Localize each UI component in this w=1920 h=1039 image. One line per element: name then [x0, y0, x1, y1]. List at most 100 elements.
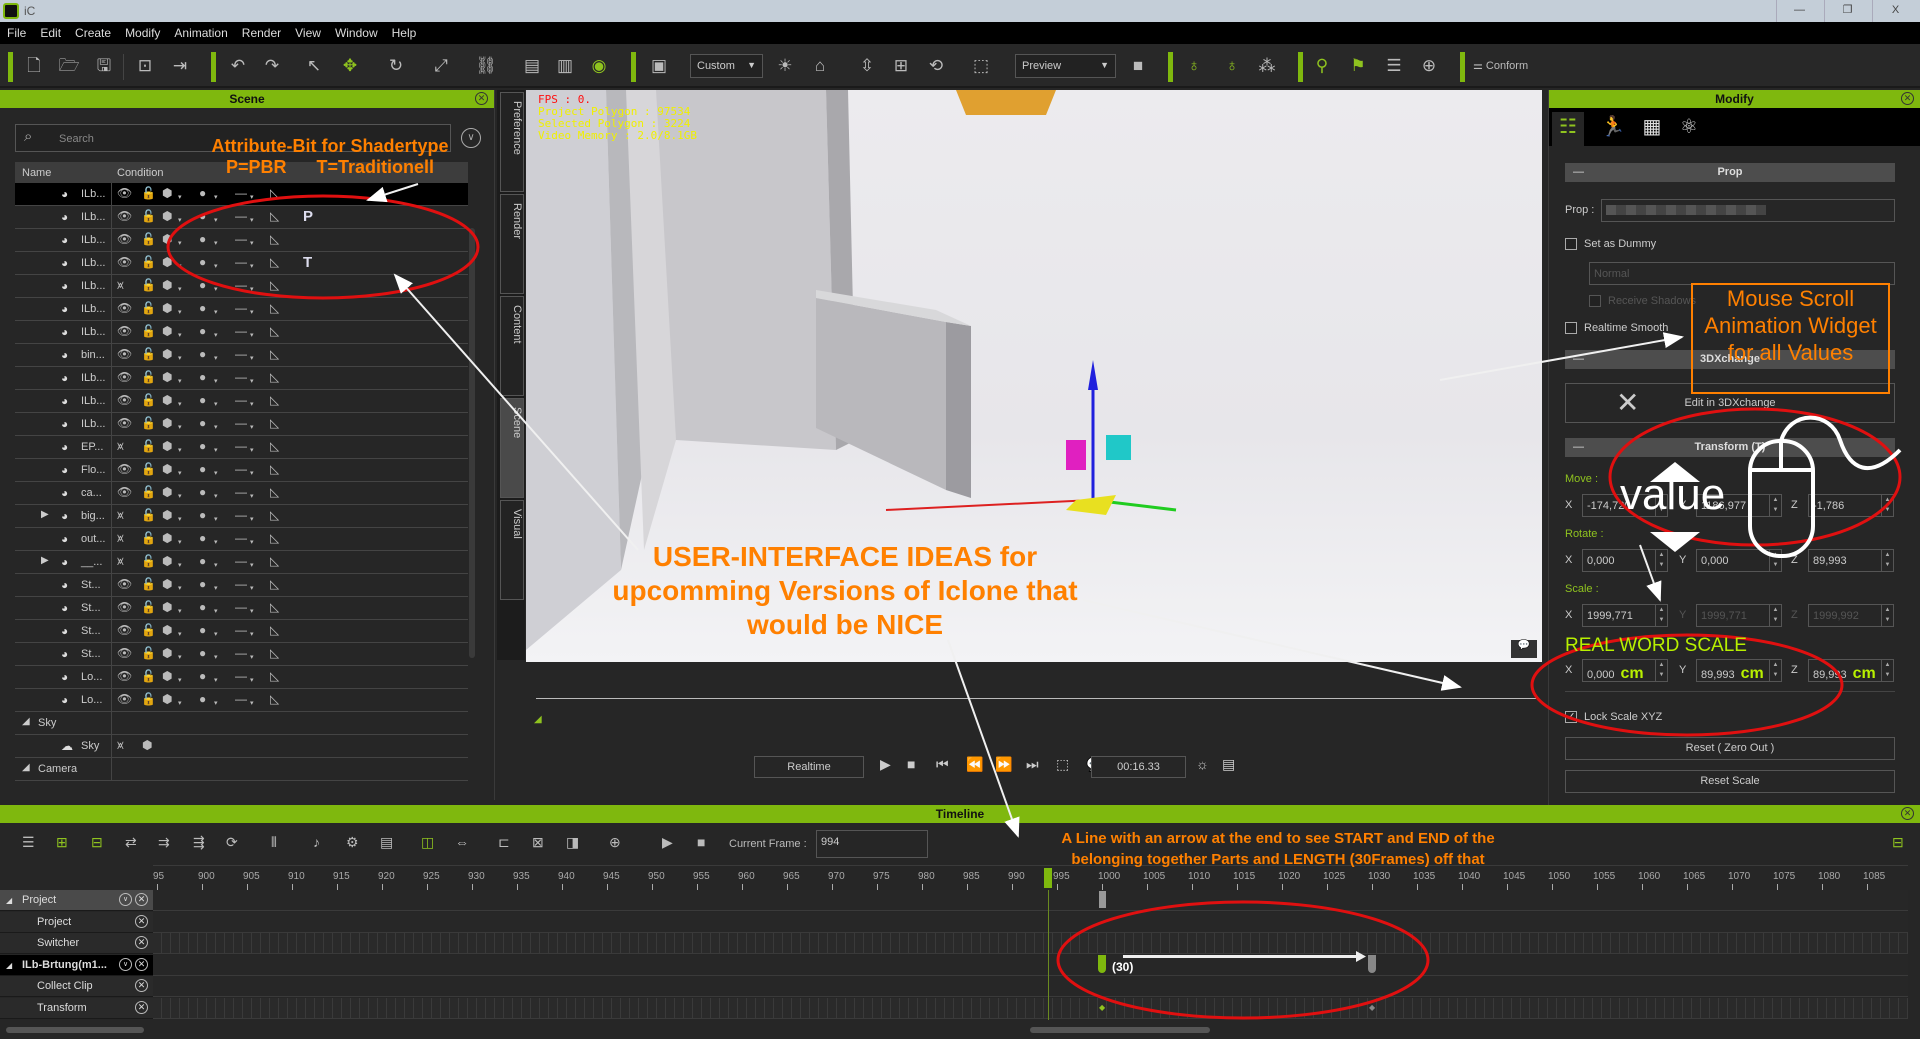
scene-row[interactable]: ◕ St... 👁 🔓 ⬢ ▾ ● ▾ — ▾ ◺: [15, 574, 468, 597]
current-frame-input[interactable]: 994: [816, 830, 928, 858]
render-cube-icon[interactable]: ⬢: [162, 186, 172, 200]
lock-icon[interactable]: 🔓: [141, 577, 156, 591]
shadow-sphere-icon[interactable]: ●: [199, 646, 206, 660]
dropdown-icon[interactable]: ▾: [178, 538, 182, 546]
close-panel-icon[interactable]: ✕: [1901, 807, 1914, 820]
lock-icon[interactable]: 🔓: [141, 370, 156, 384]
dropdown-icon[interactable]: ▾: [178, 653, 182, 661]
dropdown-icon[interactable]: ▾: [178, 262, 182, 270]
shadow-sphere-icon[interactable]: ●: [199, 554, 206, 568]
select-arrow-icon[interactable]: ↖: [302, 54, 326, 78]
reset-scale-button[interactable]: Reset Scale: [1565, 770, 1895, 793]
spinner-icon[interactable]: ▲ ▼: [1881, 550, 1893, 571]
dropdown-icon[interactable]: ▾: [250, 699, 254, 707]
scene-row[interactable]: ◕ ILb... 👁 🔓 ⬢ ▾ ● ▾ — ▾ ◺: [15, 390, 468, 413]
bone-add-icon[interactable]: ♁: [1220, 54, 1244, 78]
spinner-icon[interactable]: ▲ ▼: [1769, 495, 1781, 516]
scene-row[interactable]: ◕ ILb... 👁 🔓 ⬢ ▾ ● ▾ — ▾ ◺: [15, 367, 468, 390]
previous-frame-icon[interactable]: ⏪: [966, 756, 983, 773]
line-icon[interactable]: —: [235, 623, 247, 637]
collision-icon[interactable]: ◺: [270, 416, 279, 430]
menu-file[interactable]: File: [0, 22, 33, 44]
visibility-eye-icon[interactable]: 👁: [117, 462, 132, 476]
dropdown-icon[interactable]: ▾: [214, 561, 218, 569]
close-panel-icon[interactable]: ✕: [475, 92, 488, 105]
collision-icon[interactable]: ◺: [270, 669, 279, 683]
collision-icon[interactable]: ◺: [270, 692, 279, 706]
track-project[interactable]: Project ✕: [0, 911, 153, 933]
collision-icon[interactable]: ◺: [270, 646, 279, 660]
dropdown-icon[interactable]: ▾: [250, 538, 254, 546]
hidden-eye-icon[interactable]: ⩙: [117, 738, 124, 753]
shadow-sphere-icon[interactable]: ●: [199, 301, 206, 315]
scene-row[interactable]: ◕ Lo... 👁 🔓 ⬢ ▾ ● ▾ — ▾ ◺: [15, 666, 468, 689]
realtime-smooth-checkbox[interactable]: [1565, 322, 1577, 334]
scene-sky-group[interactable]: ◢ Sky: [15, 712, 468, 735]
dropdown-icon[interactable]: ▾: [178, 400, 182, 408]
menu-view[interactable]: View: [288, 22, 328, 44]
insert-icon[interactable]: ⇉: [158, 834, 170, 851]
swap-icon[interactable]: ⇄: [125, 834, 137, 851]
range-start-marker[interactable]: ◢: [534, 714, 542, 725]
spinner-icon[interactable]: ▲ ▼: [1881, 605, 1893, 626]
motion-icon[interactable]: 🏃: [1597, 112, 1629, 142]
dropdown-icon[interactable]: ▾: [214, 423, 218, 431]
line-icon[interactable]: —: [235, 301, 247, 315]
collision-icon[interactable]: ◺: [270, 623, 279, 637]
collision-icon[interactable]: ◺: [270, 370, 279, 384]
spinner-icon[interactable]: ▲ ▼: [1769, 605, 1781, 626]
scene-row[interactable]: ▶ ◕ big... ⩙ 🔓 ⬢ ▾ ● ▾ — ▾ ◺: [15, 505, 468, 528]
dropdown-icon[interactable]: ▾: [214, 469, 218, 477]
scene-row[interactable]: ◕ ILb... ⩙ 🔓 ⬢ ▾ ● ▾ — ▾ ◺: [15, 275, 468, 298]
track-list-scrollbar[interactable]: [6, 1027, 144, 1033]
scene-row[interactable]: ◕ ILb... 👁 🔓 ⬢ ▾ ● ▾ — ▾ ◺: [15, 183, 468, 206]
save-icon[interactable]: 🖫: [92, 54, 116, 78]
loop-icon[interactable]: ⬚: [1056, 756, 1069, 773]
dropdown-icon[interactable]: ▾: [250, 607, 254, 615]
play-icon[interactable]: ▶: [880, 756, 891, 773]
real-scale-z-field[interactable]: 89,993 cm ▲ ▼: [1808, 659, 1894, 682]
track-list-icon[interactable]: ☰: [22, 834, 35, 851]
visibility-eye-icon[interactable]: 👁: [117, 324, 132, 338]
dropdown-icon[interactable]: ▾: [214, 262, 218, 270]
scene-row[interactable]: ◕ ILb... 👁 🔓 ⬢ ▾ ● ▾ — ▾ ◺ T: [15, 252, 468, 275]
loop-icon[interactable]: ⟳: [226, 834, 238, 851]
scene-row[interactable]: ◕ St... 👁 🔓 ⬢ ▾ ● ▾ — ▾ ◺: [15, 620, 468, 643]
dropdown-icon[interactable]: ▾: [178, 377, 182, 385]
dropdown-icon[interactable]: ▾: [214, 538, 218, 546]
reset-zero-out-button[interactable]: Reset ( Zero Out ): [1565, 737, 1895, 760]
line-icon[interactable]: —: [235, 416, 247, 430]
render-cube-icon[interactable]: ⬢: [162, 531, 172, 545]
shadow-sphere-icon[interactable]: ●: [199, 669, 206, 683]
visibility-eye-icon[interactable]: 👁: [117, 186, 132, 200]
atom-icon[interactable]: ⚛: [1673, 112, 1705, 142]
line-icon[interactable]: —: [235, 692, 247, 706]
shadow-sphere-icon[interactable]: ●: [199, 623, 206, 637]
close-button[interactable]: X: [1872, 0, 1918, 22]
scale-z-field[interactable]: 1999,992 ▲ ▼: [1808, 604, 1894, 627]
visibility-eye-icon[interactable]: 👁: [117, 485, 132, 499]
lock-icon[interactable]: 🔓: [141, 531, 156, 545]
collision-icon[interactable]: ◺: [270, 531, 279, 545]
line-icon[interactable]: —: [235, 485, 247, 499]
render-cube-icon[interactable]: ⬢: [162, 347, 172, 361]
expand-icon[interactable]: ∨: [119, 957, 132, 971]
keyframe-icon[interactable]: ◆: [1369, 1003, 1375, 1012]
line-icon[interactable]: —: [235, 462, 247, 476]
spinner-icon[interactable]: ▲ ▼: [1881, 495, 1893, 516]
timeline-play-icon[interactable]: ▶: [662, 834, 673, 851]
camera-orbit-icon[interactable]: ⟲: [924, 54, 948, 78]
remove-track-icon[interactable]: ✕: [135, 1000, 148, 1014]
visibility-eye-icon[interactable]: 👁: [117, 370, 132, 384]
shadow-sphere-icon[interactable]: ●: [199, 278, 206, 292]
lock-icon[interactable]: 🔓: [141, 347, 156, 361]
clip-end-marker[interactable]: [1368, 955, 1376, 973]
collision-icon[interactable]: ◺: [270, 209, 279, 223]
scene-row[interactable]: ◕ ILb... 👁 🔓 ⬢ ▾ ● ▾ — ▾ ◺: [15, 229, 468, 252]
collision-icon[interactable]: ◺: [270, 347, 279, 361]
spheres-icon[interactable]: ⁂: [1255, 54, 1279, 78]
shadow-sphere-icon[interactable]: ●: [199, 531, 206, 545]
line-icon[interactable]: —: [235, 508, 247, 522]
dropdown-icon[interactable]: ▾: [250, 400, 254, 408]
receive-shadows-checkbox[interactable]: [1589, 295, 1601, 307]
